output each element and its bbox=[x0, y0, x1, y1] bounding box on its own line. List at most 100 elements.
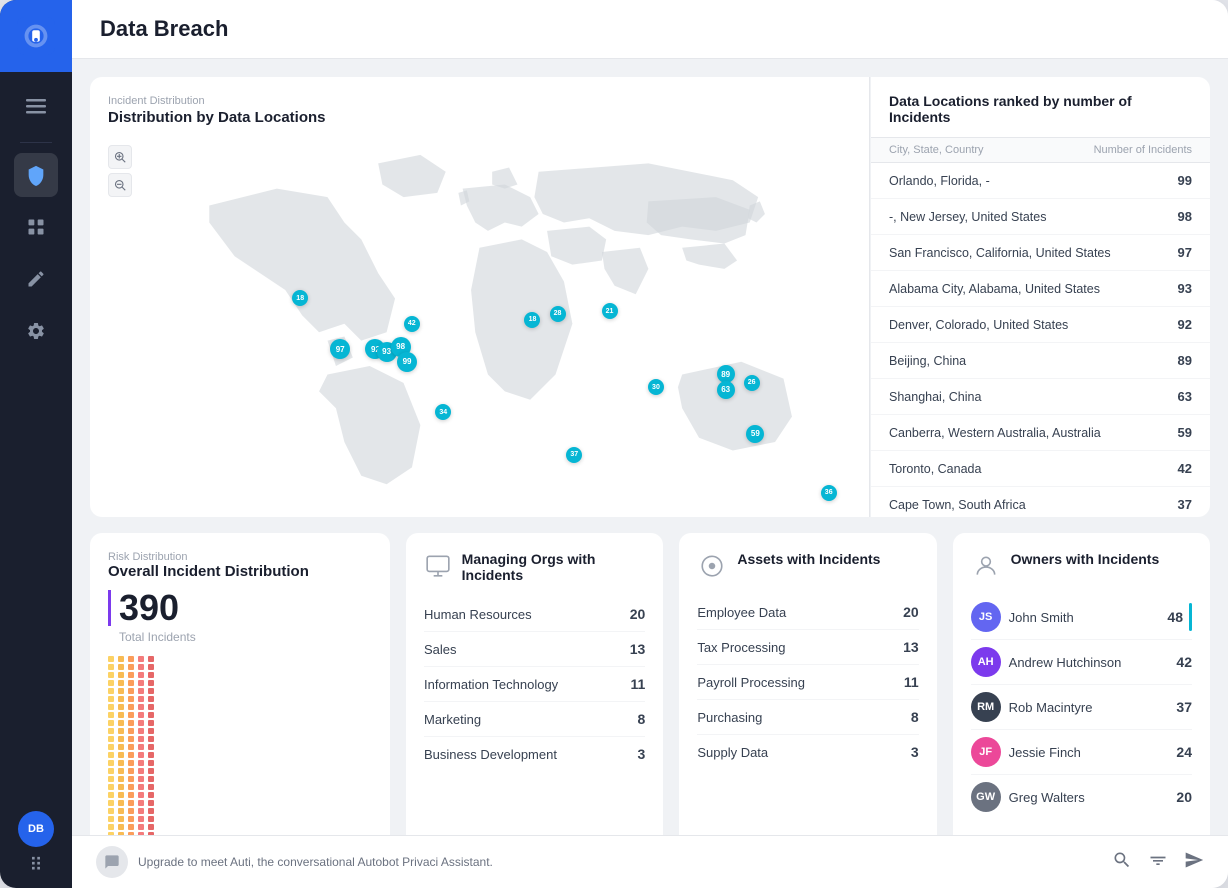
risk-dot bbox=[148, 728, 154, 734]
owner-avatar: RM bbox=[971, 692, 1001, 722]
sidebar-item-dashboard[interactable] bbox=[14, 205, 58, 249]
dot-col bbox=[138, 656, 144, 835]
sidebar-nav bbox=[14, 72, 58, 811]
owner-name: John Smith bbox=[1009, 610, 1074, 625]
chat-icon[interactable] bbox=[96, 846, 128, 878]
sidebar-item-tools[interactable] bbox=[14, 257, 58, 301]
risk-dot bbox=[118, 752, 124, 758]
risk-dot bbox=[138, 656, 144, 662]
risk-dot bbox=[138, 720, 144, 726]
risk-dot bbox=[128, 832, 134, 835]
map-pin[interactable]: 26 bbox=[744, 375, 760, 391]
owner-row: RM Rob Macintyre 37 bbox=[971, 685, 1192, 730]
data-locations-panel: Data Locations ranked by number of Incid… bbox=[870, 77, 1210, 517]
risk-dot bbox=[128, 672, 134, 678]
risk-dot bbox=[128, 664, 134, 670]
owner-info: JF Jessie Finch bbox=[971, 737, 1081, 767]
data-location-row: -, New Jersey, United States98 bbox=[871, 199, 1210, 235]
search-bottom-icon[interactable] bbox=[1112, 850, 1132, 875]
owners-card-header: Owners with Incidents bbox=[971, 551, 1192, 581]
app-logo[interactable] bbox=[0, 0, 72, 72]
assets-row: Tax Processing13 bbox=[697, 630, 918, 665]
map-pin[interactable]: 99 bbox=[397, 352, 417, 372]
risk-title: Overall Incident Distribution bbox=[108, 563, 372, 580]
filter-bottom-icon[interactable] bbox=[1148, 850, 1168, 875]
owner-name: Jessie Finch bbox=[1009, 745, 1081, 760]
risk-dot bbox=[138, 744, 144, 750]
content-area: Incident Distribution Distribution by Da… bbox=[72, 59, 1228, 835]
map-pin[interactable]: 37 bbox=[566, 447, 582, 463]
share-bottom-icon[interactable] bbox=[1184, 850, 1204, 875]
orgs-row-val: 8 bbox=[638, 711, 646, 727]
risk-dot bbox=[148, 816, 154, 822]
sidebar-item-shield[interactable] bbox=[14, 153, 58, 197]
risk-dot bbox=[128, 784, 134, 790]
bottom-row: Risk Distribution Overall Incident Distr… bbox=[90, 533, 1210, 835]
assets-icon bbox=[697, 551, 727, 581]
page-title: Data Breach bbox=[100, 16, 1200, 42]
risk-dot bbox=[138, 728, 144, 734]
dl-count: 99 bbox=[1178, 173, 1192, 188]
map-pin[interactable]: 18 bbox=[292, 290, 308, 306]
risk-dot bbox=[128, 744, 134, 750]
user-avatar[interactable]: DB bbox=[18, 811, 54, 847]
risk-dot bbox=[128, 656, 134, 662]
risk-dot bbox=[138, 704, 144, 710]
map-pin[interactable]: 21 bbox=[602, 303, 618, 319]
map-pin[interactable]: 34 bbox=[435, 404, 451, 420]
assets-row-label: Employee Data bbox=[697, 605, 786, 620]
map-pin[interactable]: 28 bbox=[550, 306, 566, 322]
map-pin[interactable]: 30 bbox=[648, 379, 664, 395]
bottom-bar-left: Upgrade to meet Auti, the conversational… bbox=[96, 846, 493, 878]
map-pin[interactable]: 97 bbox=[330, 339, 350, 359]
risk-dot bbox=[128, 776, 134, 782]
risk-dot bbox=[148, 664, 154, 670]
owner-name: Greg Walters bbox=[1009, 790, 1085, 805]
owner-highlight-bar bbox=[1189, 603, 1192, 631]
risk-dot bbox=[128, 712, 134, 718]
map-pin[interactable]: 36 bbox=[821, 485, 837, 501]
data-location-row: Denver, Colorado, United States92 bbox=[871, 307, 1210, 343]
risk-dot bbox=[118, 736, 124, 742]
dl-location: Cape Town, South Africa bbox=[889, 498, 1026, 512]
risk-dot bbox=[148, 720, 154, 726]
orgs-icon bbox=[424, 551, 452, 581]
risk-dot bbox=[138, 736, 144, 742]
owner-avatar: AH bbox=[971, 647, 1001, 677]
map-pin[interactable]: 42 bbox=[404, 316, 420, 332]
top-bar: Data Breach bbox=[72, 0, 1228, 59]
risk-dot bbox=[108, 760, 114, 766]
risk-dot bbox=[118, 744, 124, 750]
risk-dot bbox=[148, 752, 154, 758]
data-locations-title: Data Locations ranked by number of Incid… bbox=[871, 93, 1210, 137]
data-location-row: Cape Town, South Africa37 bbox=[871, 487, 1210, 517]
data-location-row: Canberra, Western Australia, Australia59 bbox=[871, 415, 1210, 451]
risk-dot bbox=[118, 696, 124, 702]
sidebar-apps-icon[interactable]: ⠿ bbox=[29, 855, 42, 876]
orgs-list: Human Resources20Sales13Information Tech… bbox=[424, 597, 645, 771]
risk-card: Risk Distribution Overall Incident Distr… bbox=[90, 533, 390, 835]
risk-dot bbox=[138, 672, 144, 678]
risk-dot bbox=[118, 760, 124, 766]
risk-dot bbox=[118, 672, 124, 678]
risk-dot bbox=[138, 784, 144, 790]
assets-title: Assets with Incidents bbox=[737, 551, 880, 567]
owner-count-group: 20 bbox=[1176, 789, 1192, 805]
map-pin[interactable]: 18 bbox=[524, 312, 540, 328]
dl-count: 63 bbox=[1178, 389, 1192, 404]
data-location-row: Orlando, Florida, -99 bbox=[871, 163, 1210, 199]
risk-dot bbox=[118, 768, 124, 774]
sidebar-menu[interactable] bbox=[14, 84, 58, 128]
risk-dot bbox=[108, 784, 114, 790]
map-section: Incident Distribution Distribution by Da… bbox=[90, 77, 869, 517]
map-pin[interactable]: 59 bbox=[746, 425, 764, 443]
risk-dot bbox=[138, 832, 144, 835]
dl-location: Denver, Colorado, United States bbox=[889, 318, 1068, 332]
sidebar-item-settings[interactable] bbox=[14, 309, 58, 353]
risk-dot bbox=[148, 792, 154, 798]
owner-row: AH Andrew Hutchinson 42 bbox=[971, 640, 1192, 685]
risk-dot bbox=[148, 800, 154, 806]
dl-location: San Francisco, California, United States bbox=[889, 246, 1111, 260]
map-pin[interactable]: 63 bbox=[717, 381, 735, 399]
risk-dot bbox=[118, 792, 124, 798]
